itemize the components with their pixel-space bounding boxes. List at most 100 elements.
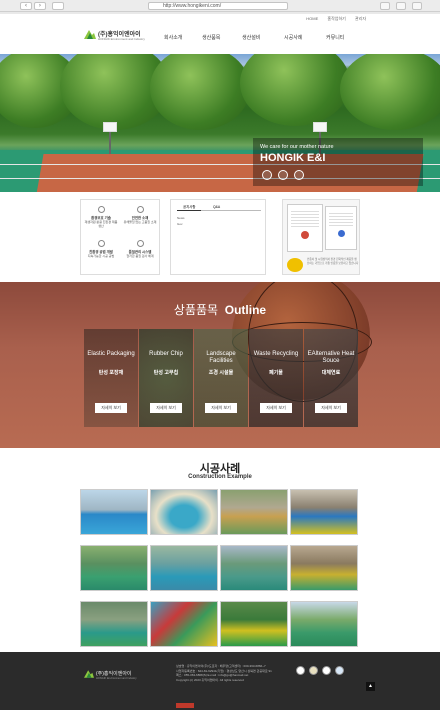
detail-button[interactable]: 자세히 보기 (95, 403, 127, 413)
certificate-box: 인증서 및 시험성적서 환경 친화적인 제품을 생산하는 기업으로 각종 인증을… (282, 199, 360, 275)
construction-photo[interactable] (220, 489, 288, 535)
construction-photo[interactable] (80, 489, 148, 535)
construction-photo[interactable] (150, 489, 218, 535)
construction-photo[interactable] (80, 545, 148, 591)
card-title-en: EAlternative Heat Souce (307, 351, 355, 364)
detail-button[interactable]: 자세히 보기 (315, 403, 347, 413)
certificate-document[interactable] (287, 204, 323, 252)
construction-photo[interactable] (150, 601, 218, 647)
footer-badges (176, 695, 216, 708)
card-title-en: Rubber Chip (149, 351, 183, 357)
tabs-icon[interactable] (396, 2, 406, 10)
forward-button[interactable]: › (34, 2, 46, 10)
logo-mark-icon (84, 670, 94, 678)
section-title-ko: 상품품목 (173, 303, 219, 317)
chart-icon (97, 240, 105, 247)
cert-badge-icon (296, 666, 305, 675)
construction-photo[interactable] (150, 545, 218, 591)
util-link-work[interactable]: 홈작업하기 (327, 16, 345, 21)
logo-mark-icon (84, 30, 96, 39)
product-card[interactable]: Elastic Packaging 탄성 포장재 자세히 보기 (84, 329, 138, 427)
award-badge-icon (287, 258, 303, 272)
card-title-ko: 탄성 포장재 (98, 370, 124, 376)
browser-toolbar: ‹ › http://www.hongikeni.com/ (0, 0, 440, 12)
product-card[interactable]: Waste Recycling 폐기물 자세히 보기 (249, 329, 303, 427)
feature-desc: 철저한 품질 검사 체계 (126, 254, 154, 258)
section-title: 상품품목 Outline (0, 301, 440, 318)
eco-icon (97, 206, 105, 213)
basketball-hoop (313, 122, 327, 132)
site-header: (주)홍익이엔아이 HONGIK Environment and Industr… (0, 22, 440, 54)
certificate-document[interactable] (325, 206, 357, 250)
construction-photo[interactable] (290, 601, 358, 647)
board-item[interactable]: Gov (177, 222, 183, 226)
card-title-en: Elastic Packaging (87, 351, 135, 357)
product-card[interactable]: Rubber Chip 탄성 고무칩 자세히 보기 (139, 329, 193, 427)
menu-item-community[interactable]: 커뮤니티 (326, 34, 344, 41)
logo-subtitle: HONGIK Environment and Industry (98, 37, 145, 41)
web-page: HOME 홈작업하기 관리자 (주)홍익이엔아이 HONGIK Environm… (0, 14, 440, 710)
address-bar[interactable]: http://www.hongikeni.com/ (148, 2, 288, 10)
menu-item-cases[interactable]: 시공사례 (284, 34, 302, 41)
footer-logo-text: (주)홍익이엔아이 (96, 671, 132, 677)
certification-mark-icon (294, 170, 304, 180)
menu-item-company[interactable]: 회사소개 (164, 34, 182, 41)
board-item[interactable]: News (177, 216, 185, 220)
construction-photo[interactable] (290, 489, 358, 535)
new-tab-icon[interactable] (412, 2, 422, 10)
footer-logo-subtitle: HONGIK Environment and Industry (96, 677, 137, 680)
seal-icon (301, 231, 309, 239)
tab-qna[interactable]: Q&A (207, 203, 226, 211)
card-title-ko: 폐기물 (269, 370, 283, 376)
feature-desc: 유해물질 없는 고품질 소재 (123, 220, 157, 224)
construction-photo[interactable] (80, 601, 148, 647)
footer-line: Copyright (c) 2023 홍익이엔아이. All rights re… (176, 677, 244, 682)
hoop-pole (109, 132, 111, 154)
address-text: http://www.hongikeni.com/ (163, 3, 222, 9)
share-icon[interactable] (380, 2, 390, 10)
board-tabs: 공지사항 Q&A (177, 203, 261, 211)
hero-banner: We care for our mother nature HONGIK E&I (0, 54, 440, 192)
cert-badge-icon (309, 666, 318, 675)
util-link-admin[interactable]: 관리자 (355, 16, 366, 21)
feature-desc: 재생자원 활용 친환경 제품 생산 (84, 220, 118, 228)
tree-canopy (240, 54, 350, 126)
detail-button[interactable]: 자세히 보기 (205, 403, 237, 413)
hero-tagline: We care for our mother nature (260, 144, 334, 150)
footer-badge (176, 703, 194, 708)
site-footer: (주)홍익이엔아이 HONGIK Environment and Industr… (0, 652, 440, 710)
cert-badge-icon (335, 666, 344, 675)
detail-button[interactable]: 자세히 보기 (150, 403, 182, 413)
product-card[interactable]: EAlternative Heat Souce 대체연료 자세히 보기 (304, 329, 358, 427)
menu-item-facilities[interactable]: 생산설비 (242, 34, 260, 41)
footer-logo[interactable]: (주)홍익이엔아이 HONGIK Environment and Industr… (84, 668, 144, 682)
card-title-ko: 대체연료 (321, 370, 341, 376)
detail-button[interactable]: 자세히 보기 (260, 403, 292, 413)
card-title-ko: 조경 시설물 (208, 370, 234, 376)
construction-photo[interactable] (220, 545, 288, 591)
footer-line: 상호명 : 홍익이엔아이(주)/도로자 : 배우영(고객센터) : 000-36… (176, 664, 266, 668)
factory-icon (136, 240, 144, 247)
features-box: 환경보호 기술 재생자원 활용 친환경 제품 생산 안전한 소재 유해물질 없는… (80, 199, 160, 275)
util-link-home[interactable]: HOME (306, 16, 318, 21)
cert-badge-icon (322, 666, 331, 675)
product-outline-section: 상품품목 Outline Elastic Packaging 탄성 포장재 자세… (0, 282, 440, 448)
scroll-top-button[interactable]: ▲ (366, 682, 375, 691)
shield-icon (136, 206, 144, 213)
construction-photo[interactable] (290, 545, 358, 591)
feature-item: 안전한 소재 유해물질 없는 고품질 소재 (123, 206, 157, 224)
seal-icon (337, 230, 345, 237)
hero-brand: HONGIK E&I (260, 152, 326, 164)
feature-item: 품질관리 시스템 철저한 품질 검사 체계 (123, 240, 157, 258)
tab-notice[interactable]: 공지사항 (177, 203, 202, 211)
site-logo[interactable]: (주)홍익이엔아이 HONGIK Environment and Industr… (84, 28, 154, 46)
certification-mark-icon (262, 170, 272, 180)
feature-desc: 지속가능한 시공 공법 (87, 254, 115, 258)
certification-mark-icon (278, 170, 288, 180)
product-card[interactable]: Landscape Facilities 조경 시설물 자세히 보기 (194, 329, 248, 427)
back-button[interactable]: ‹ (20, 2, 32, 10)
sidebar-icon[interactable] (52, 2, 64, 10)
construction-photo[interactable] (220, 601, 288, 647)
board-box: 공지사항 Q&A News Gov (170, 199, 266, 275)
menu-item-products[interactable]: 생산품목 (202, 34, 220, 41)
